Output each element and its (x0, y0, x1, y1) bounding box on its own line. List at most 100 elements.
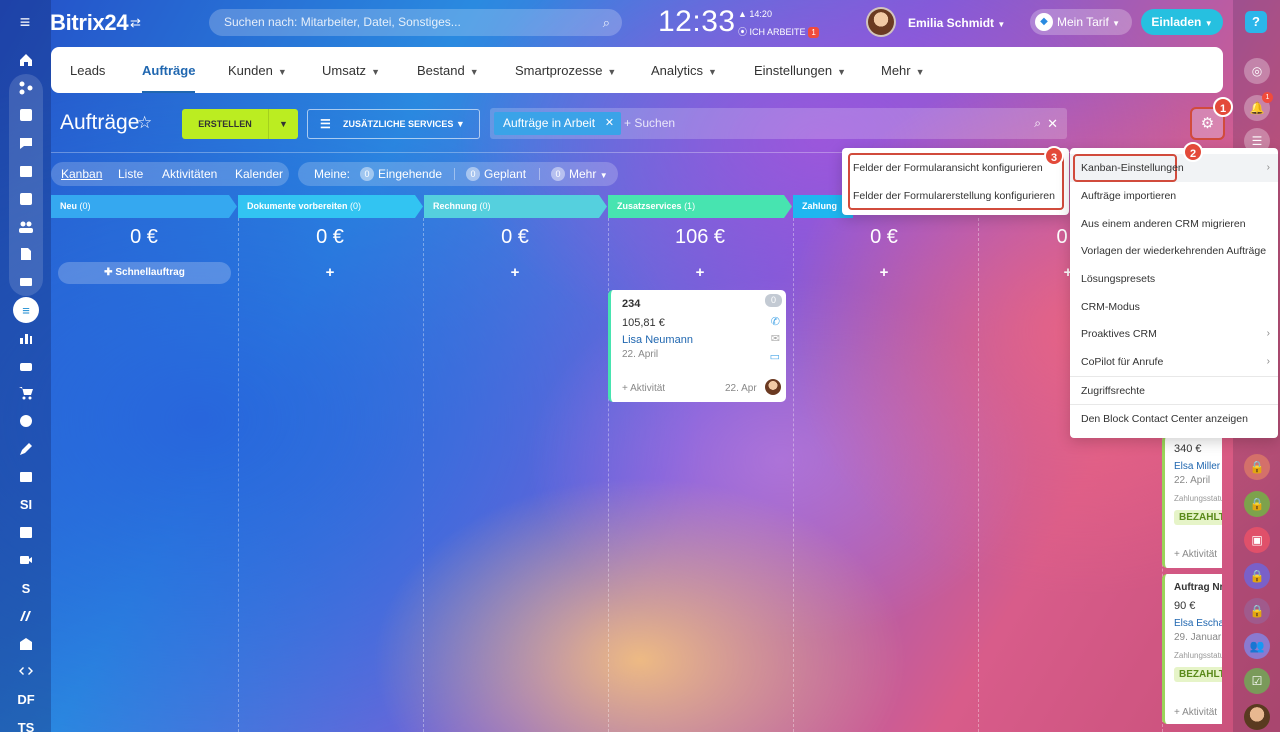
add-icon[interactable]: + (237, 264, 423, 281)
user-menu[interactable]: Emilia Schmidt ▼ (908, 16, 1005, 30)
robot-icon[interactable] (9, 352, 43, 380)
star-icon[interactable]: ☆ (137, 113, 152, 133)
contact-card-icon[interactable] (9, 463, 43, 491)
menu-burger-icon[interactable]: ≡ (14, 13, 36, 31)
nav-item-settings[interactable]: Einstellungen ▼ (754, 47, 846, 93)
menu-item-form-view-fields[interactable]: Felder der Formularansicht konfigurieren (853, 162, 1043, 174)
nav-item-inventory[interactable]: Bestand ▼ (417, 47, 479, 93)
nav-item-more[interactable]: Mehr ▼ (881, 47, 925, 93)
view-calendar[interactable]: Kalender (235, 162, 283, 186)
add-icon[interactable]: + (607, 264, 793, 281)
menu-item-copilot-calls[interactable]: CoPilot für Anrufe (1081, 356, 1163, 368)
menu-item-migrate[interactable]: Aus einem anderen CRM migrieren (1081, 218, 1246, 230)
menu-item-recurring-templates[interactable]: Vorlagen der wiederkehrenden Aufträge (1081, 245, 1266, 257)
close-icon[interactable]: ✕ (1047, 108, 1058, 139)
menu-item-solution-presets[interactable]: Lösungspresets (1081, 273, 1155, 285)
counter-more[interactable]: 0 Mehr ▼ (551, 162, 608, 188)
video-icon[interactable] (9, 546, 43, 574)
user-avatar-small[interactable] (1244, 704, 1270, 730)
users-icon[interactable] (9, 213, 43, 241)
swap-icon[interactable]: ⇄ (130, 15, 141, 31)
phone-icon[interactable]: ✆ (771, 315, 780, 328)
nav-item-orders[interactable]: Aufträge (142, 47, 196, 93)
column-header-new[interactable]: Neu (0) (51, 195, 237, 218)
view-list[interactable]: Liste (118, 162, 143, 186)
lock-icon[interactable]: 🔒 (1244, 454, 1270, 480)
view-kanban[interactable]: Kanban (61, 162, 102, 186)
menu-item-contact-center[interactable]: Den Block Contact Center anzeigen (1081, 413, 1248, 425)
add-activity-link[interactable]: + Aktivität (1174, 549, 1217, 560)
nav-item-sales[interactable]: Umsatz ▼ (322, 47, 380, 93)
my-tariff-button[interactable]: ◆ Mein Tarif ▼ (1030, 9, 1132, 35)
sidebar-label-si[interactable]: SI (9, 491, 43, 519)
quick-order-button[interactable]: ✚ Schnellauftrag (58, 262, 231, 284)
responsible-avatar[interactable] (765, 379, 781, 395)
order-card[interactable]: 340 € Elsa Miller 22. April Zahlungsstat… (1162, 436, 1222, 568)
analytics-icon[interactable] (9, 324, 43, 352)
order-card[interactable]: Auftrag Nr 90 € Elsa Eschauer 29. Januar… (1162, 574, 1222, 724)
invite-button[interactable]: Einladen ▼ (1141, 9, 1223, 35)
order-card[interactable]: 234 0 105,81 € ✆ Lisa Neumann ✉ 22. Apri… (608, 290, 786, 402)
create-button[interactable]: ERSTELLEN ▼ (182, 109, 298, 139)
workflow-icon[interactable] (9, 74, 43, 102)
global-search-input[interactable]: Suchen nach: Mitarbeiter, Datei, Sonstig… (209, 9, 622, 36)
sidebar-label-s[interactable]: S (9, 574, 43, 602)
code-icon[interactable] (9, 658, 43, 686)
checkbox-icon[interactable] (9, 185, 43, 213)
chat-icon[interactable]: ▭ (770, 350, 780, 363)
search-icon[interactable]: ⌕ (1034, 108, 1041, 139)
view-activities[interactable]: Aktivitäten (162, 162, 217, 186)
drive-icon[interactable] (9, 268, 43, 296)
help-icon[interactable]: ? (1245, 11, 1267, 33)
sidebar-label-ts[interactable]: TS (9, 713, 43, 732)
marketing-icon[interactable] (9, 602, 43, 630)
filter-search-input[interactable]: Aufträge in Arbeit ✕ + Suchen ⌕ ✕ (490, 108, 1067, 139)
document-icon[interactable] (9, 241, 43, 269)
card-contact[interactable]: Elsa Miller (1174, 461, 1220, 472)
calendar-icon[interactable] (9, 157, 43, 185)
home-icon[interactable] (9, 46, 43, 74)
lock-icon[interactable]: 🔒 (1244, 598, 1270, 624)
add-icon[interactable]: + (791, 264, 977, 281)
card-contact[interactable]: Elsa Eschauer (1174, 618, 1222, 629)
edit-icon[interactable] (9, 435, 43, 463)
column-header-invoice[interactable]: Rechnung (0) (424, 195, 607, 218)
clock[interactable]: 12:33 (658, 5, 736, 39)
contact-icon[interactable]: ▣ (1244, 527, 1270, 553)
counter-planned[interactable]: 0 Geplant (466, 162, 526, 186)
work-status[interactable]: ⦿ ICH ARBEITE 1 (738, 25, 820, 38)
crm-filter-icon[interactable]: ≡ (9, 296, 43, 324)
menu-item-proactive-crm[interactable]: Proaktives CRM (1081, 328, 1157, 340)
group-icon[interactable]: 👥 (1244, 633, 1270, 659)
task-icon[interactable]: ☑ (1244, 668, 1270, 694)
menu-item-access-rights[interactable]: Zugriffsrechte (1081, 385, 1145, 397)
card-contact[interactable]: Lisa Neumann (622, 334, 693, 346)
user-avatar[interactable] (866, 7, 896, 37)
counter-incoming[interactable]: 0 Eingehende (360, 162, 442, 186)
lock-icon[interactable]: 🔒 (1244, 491, 1270, 517)
mail-icon[interactable]: ✉ (771, 332, 780, 345)
menu-item-import[interactable]: Aufträge importieren (1081, 190, 1176, 202)
nav-item-analytics[interactable]: Analytics ▼ (651, 47, 717, 93)
tasks-icon[interactable] (9, 102, 43, 130)
menu-item-crm-mode[interactable]: CRM-Modus (1081, 301, 1140, 313)
add-activity-link[interactable]: + Aktivität (1174, 707, 1217, 718)
copilot-icon[interactable]: ◎ (1244, 58, 1270, 84)
close-icon[interactable]: ✕ (605, 112, 614, 135)
menu-item-form-create-fields[interactable]: Felder der Formularerstellung konfigurie… (853, 190, 1055, 202)
nav-item-customers[interactable]: Kunden ▼ (228, 47, 287, 93)
additional-services-button[interactable]: ☰ ZUSÄTZLICHE SERVICES ▼ (307, 109, 480, 139)
building-icon[interactable] (9, 630, 43, 658)
lock-icon[interactable]: 🔒 (1244, 563, 1270, 589)
add-activity-link[interactable]: + Aktivität (622, 383, 665, 394)
column-header-extras[interactable]: Zusatzservices (1) (608, 195, 792, 218)
nav-item-leads[interactable]: Leads (70, 47, 105, 93)
nav-item-smart-processes[interactable]: Smartprozesse ▼ (515, 47, 616, 93)
sidebar-label-df[interactable]: DF (9, 685, 43, 713)
shop-cart-icon[interactable] (9, 380, 43, 408)
menu-item-kanban-settings[interactable]: Kanban-Einstellungen (1081, 162, 1184, 174)
chat-icon[interactable] (9, 129, 43, 157)
planner-icon[interactable] (9, 519, 43, 547)
app-logo[interactable]: Bitrix24 (50, 10, 129, 36)
filter-chip[interactable]: Aufträge in Arbeit ✕ (494, 112, 622, 135)
